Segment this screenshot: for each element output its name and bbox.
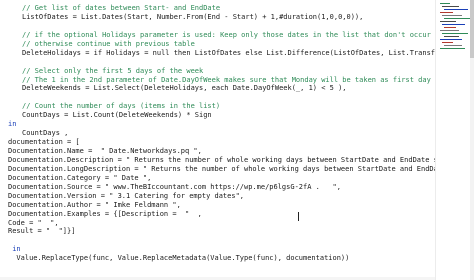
- code-line[interactable]: ListOfDates = List.Dates(Start, Number.F…: [0, 13, 436, 22]
- code-line[interactable]: Value.ReplaceType(func, Value.ReplaceMet…: [0, 254, 436, 263]
- code-line[interactable]: in: [0, 120, 436, 129]
- minimap-line: [442, 24, 465, 25]
- code-editor[interactable]: // Get list of dates between Start- and …: [0, 0, 474, 280]
- code-line[interactable]: // The 1 in the 2nd parameter of Date.Da…: [0, 76, 436, 85]
- minimap-line: [442, 15, 462, 16]
- code-line[interactable]: Documentation.Author = " Imke Feldmann "…: [0, 201, 436, 210]
- code-line[interactable]: Result = " "]}]: [0, 227, 436, 236]
- editor-minimap[interactable]: [435, 0, 474, 280]
- code-line[interactable]: // Get list of dates between Start- and …: [0, 4, 436, 13]
- code-line[interactable]: [0, 236, 436, 245]
- code-line[interactable]: // Count the number of days (items in th…: [0, 102, 436, 111]
- minimap-line: [442, 33, 468, 34]
- code-line[interactable]: Documentation.Category = " Date ",: [0, 174, 436, 183]
- minimap-line: [440, 12, 453, 13]
- minimap-line: [440, 3, 450, 4]
- minimap-line: [440, 30, 459, 31]
- text-cursor: [298, 212, 299, 221]
- minimap-line: [444, 45, 462, 46]
- code-line[interactable]: [0, 58, 436, 67]
- code-line[interactable]: // otherwise continue with previous tabl…: [0, 40, 436, 49]
- code-line[interactable]: [0, 93, 436, 102]
- minimap-line: [444, 9, 468, 10]
- code-line[interactable]: in: [0, 245, 436, 254]
- code-line[interactable]: Documentation.Name = " Date.Networkdays.…: [0, 147, 436, 156]
- code-area[interactable]: // Get list of dates between Start- and …: [0, 4, 436, 280]
- code-line[interactable]: Documentation.Version = " 3.1 Catering f…: [0, 192, 436, 201]
- code-line[interactable]: DeleteWeekends = List.Select(DeleteHolid…: [0, 84, 436, 93]
- code-line[interactable]: // Select only the first 5 days of the w…: [0, 67, 436, 76]
- code-line[interactable]: DeleteHolidays = if Holidays = null then…: [0, 49, 436, 58]
- code-line[interactable]: CountDays = List.Count(DeleteWeekends) *…: [0, 111, 436, 120]
- code-line[interactable]: [0, 22, 436, 31]
- minimap-line: [444, 36, 459, 37]
- code-line[interactable]: CountDays ,: [0, 129, 436, 138]
- minimap-line: [442, 6, 459, 7]
- code-line[interactable]: documentation = [: [0, 138, 436, 147]
- vertical-scrollbar[interactable]: [470, 0, 474, 280]
- minimap-line: [444, 27, 456, 28]
- minimap-line: [444, 18, 471, 19]
- minimap-line: [440, 48, 465, 49]
- minimap-line: [442, 42, 453, 43]
- minimap-line: [440, 39, 462, 40]
- code-line[interactable]: Documentation.Source = " www.TheBIccount…: [0, 183, 436, 192]
- code-line[interactable]: Code = " ",: [0, 219, 436, 228]
- minimap-line: [440, 21, 456, 22]
- code-line[interactable]: Documentation.LongDescription = " Return…: [0, 165, 436, 174]
- code-line[interactable]: Documentation.Examples = {[Description =…: [0, 210, 436, 219]
- scrollbar-thumb[interactable]: [470, 0, 474, 58]
- code-line[interactable]: // if the optional Holidays parameter is…: [0, 31, 436, 40]
- code-line[interactable]: Documentation.Description = " Returns th…: [0, 156, 436, 165]
